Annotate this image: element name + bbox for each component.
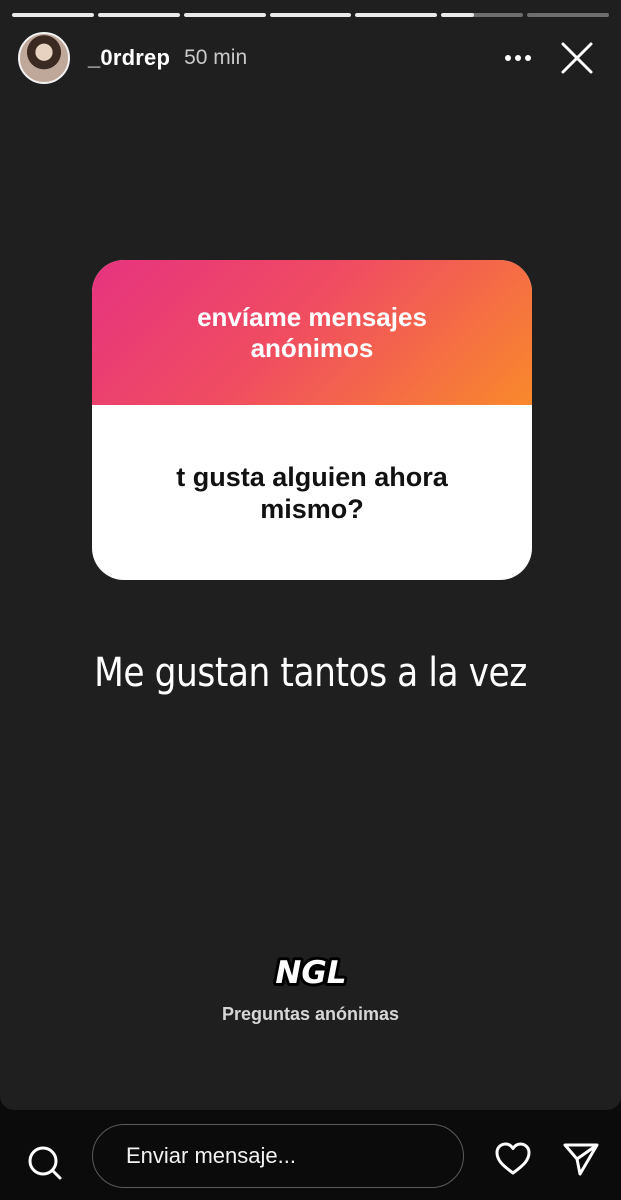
answer-text: Me gustan tantos a la vez: [94, 650, 527, 696]
heart-icon: [495, 1142, 531, 1175]
username[interactable]: _0rdrep: [88, 45, 170, 71]
send-button[interactable]: [560, 1138, 602, 1180]
more-horizontal-icon: [505, 55, 531, 61]
like-button[interactable]: [492, 1138, 534, 1180]
progress-segment: [183, 13, 266, 17]
ngl-subtitle: Preguntas anónimas: [221, 1004, 400, 1024]
question-text: t gusta alguien ahora mismo?: [176, 461, 448, 524]
ngl-logo-text: NGL: [275, 955, 346, 991]
ngl-logo[interactable]: NGL: [270, 950, 352, 992]
progress-segment-fill: [12, 13, 94, 17]
reply-bar: Enviar mensaje...: [0, 1110, 621, 1200]
post-time: 50 min: [184, 46, 248, 69]
close-icon: [561, 42, 593, 74]
progress-segment-fill: [97, 13, 180, 17]
progress-segment-fill: [269, 13, 352, 17]
progress-segment: [97, 13, 180, 17]
progress-segment: [355, 13, 438, 17]
progress-segment-fill: [355, 13, 438, 17]
search-icon: [28, 1146, 62, 1180]
progress-segment: [441, 13, 524, 17]
story-progress-bar: [12, 13, 610, 17]
progress-segment-fill: [183, 13, 266, 17]
question-sticker: envíame mensajes anónimos t gusta alguie…: [92, 260, 532, 580]
message-input-placeholder: Enviar mensaje...: [126, 1143, 296, 1168]
avatar[interactable]: [18, 32, 70, 84]
question-sticker-header: envíame mensajes anónimos: [92, 260, 532, 405]
send-icon: [563, 1143, 599, 1176]
search-button[interactable]: [24, 1142, 66, 1184]
progress-segment: [527, 13, 610, 17]
close-button[interactable]: [559, 40, 595, 76]
message-input[interactable]: Enviar mensaje...: [92, 1124, 464, 1188]
story-view[interactable]: _0rdrep 50 min envíame mensajes anónimos…: [0, 0, 621, 1110]
progress-segment-fill: [441, 13, 475, 17]
progress-segment: [269, 13, 352, 17]
progress-segment: [12, 13, 94, 17]
story-header: _0rdrep 50 min: [18, 30, 607, 86]
question-sticker-title: envíame mensajes anónimos: [197, 301, 427, 363]
more-options-button[interactable]: [501, 44, 535, 72]
question-sticker-body: t gusta alguien ahora mismo?: [92, 405, 532, 580]
